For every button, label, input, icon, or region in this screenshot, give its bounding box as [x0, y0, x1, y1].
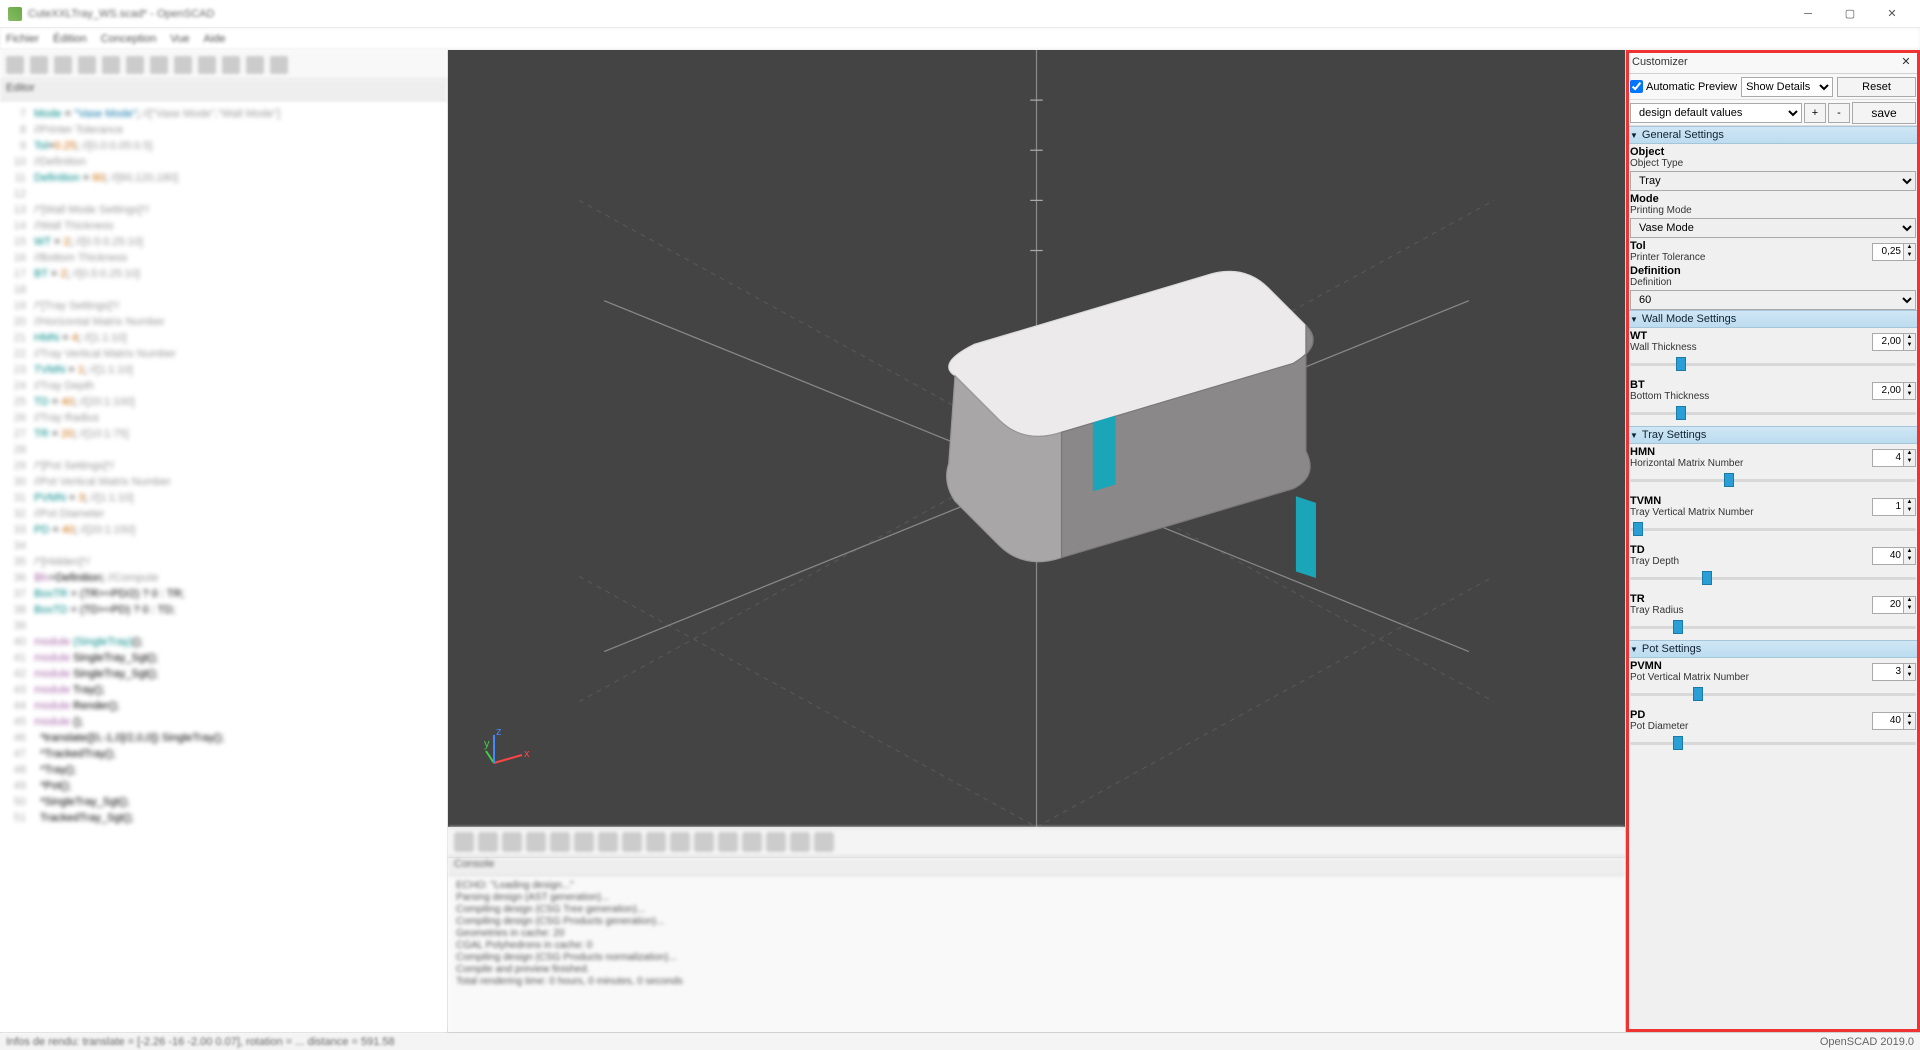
param-tr-desc: Tray Radius	[1630, 605, 1872, 616]
3d-viewport[interactable]: x y z	[448, 50, 1625, 827]
param-wt-desc: Wall Thickness	[1630, 342, 1872, 353]
hmn-slider[interactable]	[1630, 471, 1916, 489]
wt-spinner[interactable]: ▲▼	[1872, 333, 1916, 351]
menu-help[interactable]: Aide	[203, 33, 225, 45]
param-bt-desc: Bottom Thickness	[1630, 391, 1872, 402]
param-object-desc: Object Type	[1630, 158, 1916, 169]
mode-select[interactable]: Vase Mode	[1630, 218, 1916, 238]
customizer-close-icon[interactable]: ✕	[1898, 55, 1914, 68]
code-editor[interactable]: 7Mode = "Vase Mode"; //["Vase Mode","Wal…	[0, 102, 447, 1032]
section-pot[interactable]: Pot Settings	[1626, 640, 1920, 658]
pvmn-slider[interactable]	[1630, 685, 1916, 703]
reset-button[interactable]: Reset	[1837, 77, 1916, 97]
auto-preview-checkbox[interactable]: Automatic Preview	[1630, 80, 1737, 93]
chevron-down-icon	[1630, 313, 1638, 325]
detail-select[interactable]: Show Details	[1741, 77, 1833, 97]
td-slider[interactable]	[1630, 569, 1916, 587]
statusbar: Infos de rendu: translate = [-2.26 -16 -…	[0, 1032, 1920, 1050]
definition-select[interactable]: 60	[1630, 290, 1916, 310]
param-pvmn-name: PVMN	[1630, 660, 1872, 672]
section-general[interactable]: General Settings	[1626, 126, 1920, 144]
bt-slider[interactable]	[1630, 404, 1916, 422]
param-def-name: Definition	[1630, 265, 1916, 277]
close-button[interactable]: ✕	[1872, 4, 1912, 24]
menubar[interactable]: Fichier Édition Conception Vue Aide	[0, 28, 1920, 50]
wt-slider[interactable]	[1630, 355, 1916, 373]
param-tvmn-desc: Tray Vertical Matrix Number	[1630, 507, 1872, 518]
object-type-select[interactable]: Tray	[1630, 171, 1916, 191]
param-td-name: TD	[1630, 544, 1872, 556]
param-pd-name: PD	[1630, 709, 1872, 721]
menu-view[interactable]: Vue	[170, 33, 189, 45]
editor-tabbar[interactable]: Editor	[0, 80, 447, 102]
param-bt-name: BT	[1630, 379, 1872, 391]
titlebar: CuteXXLTray_WS.scad* - OpenSCAD ─ ▢ ✕	[0, 0, 1920, 28]
window-title: CuteXXLTray_WS.scad* - OpenSCAD	[28, 8, 1788, 20]
pd-spinner[interactable]: ▲▼	[1872, 712, 1916, 730]
minimize-button[interactable]: ─	[1788, 4, 1828, 24]
param-pvmn-desc: Pot Vertical Matrix Number	[1630, 672, 1872, 683]
param-wt-name: WT	[1630, 330, 1872, 342]
status-left: Infos de rendu: translate = [-2.26 -16 -…	[6, 1036, 1820, 1048]
tvmn-slider[interactable]	[1630, 520, 1916, 538]
svg-text:y: y	[484, 738, 490, 750]
menu-design[interactable]: Conception	[101, 33, 157, 45]
axis-gizmo: x y z	[484, 725, 532, 773]
menu-edit[interactable]: Édition	[53, 33, 87, 45]
tvmn-spinner[interactable]: ▲▼	[1872, 498, 1916, 516]
chevron-down-icon	[1630, 643, 1638, 655]
center-pane: x y z Console ECHO: "Loading design..." …	[448, 50, 1625, 1032]
tol-spinner[interactable]: ▲▼	[1872, 243, 1916, 261]
customizer-panel: Customizer ✕ Automatic Preview Show Deta…	[1625, 50, 1920, 1032]
editor-pane: Editor 7Mode = "Vase Mode"; //["Vase Mod…	[0, 50, 448, 1032]
param-tr-name: TR	[1630, 593, 1872, 605]
svg-text:x: x	[524, 748, 530, 760]
param-mode-name: Mode	[1630, 193, 1916, 205]
param-mode-desc: Printing Mode	[1630, 205, 1916, 216]
console-pane: Console ECHO: "Loading design..." Parsin…	[448, 857, 1625, 1032]
chevron-down-icon	[1630, 429, 1638, 441]
editor-toolbar[interactable]	[0, 50, 447, 80]
param-tol-name: Tol	[1630, 240, 1872, 252]
param-def-desc: Definition	[1630, 277, 1916, 288]
pd-slider[interactable]	[1630, 734, 1916, 752]
console-header: Console	[448, 858, 1625, 876]
section-tray[interactable]: Tray Settings	[1626, 426, 1920, 444]
console-output[interactable]: ECHO: "Loading design..." Parsing design…	[448, 876, 1625, 1032]
maximize-button[interactable]: ▢	[1830, 4, 1870, 24]
param-tvmn-name: TVMN	[1630, 495, 1872, 507]
param-pd-desc: Pot Diameter	[1630, 721, 1872, 732]
save-preset-button[interactable]: save preset	[1852, 102, 1916, 124]
param-hmn-name: HMN	[1630, 446, 1872, 458]
param-tol-desc: Printer Tolerance	[1630, 252, 1872, 263]
chevron-down-icon	[1630, 129, 1638, 141]
app-icon	[8, 7, 22, 21]
param-hmn-desc: Horizontal Matrix Number	[1630, 458, 1872, 469]
preset-select[interactable]: design default values	[1630, 103, 1802, 123]
pvmn-spinner[interactable]: ▲▼	[1872, 663, 1916, 681]
hmn-spinner[interactable]: ▲▼	[1872, 449, 1916, 467]
tr-spinner[interactable]: ▲▼	[1872, 596, 1916, 614]
viewport-toolbar[interactable]	[448, 827, 1625, 857]
svg-text:z: z	[496, 726, 502, 738]
customizer-body[interactable]: General Settings Object Object Type Tray…	[1626, 126, 1920, 1032]
bt-spinner[interactable]: ▲▼	[1872, 382, 1916, 400]
param-object-name: Object	[1630, 146, 1916, 158]
status-right: OpenSCAD 2019.0	[1820, 1036, 1914, 1048]
tr-slider[interactable]	[1630, 618, 1916, 636]
preset-remove-button[interactable]: -	[1828, 103, 1850, 123]
section-wall[interactable]: Wall Mode Settings	[1626, 310, 1920, 328]
td-spinner[interactable]: ▲▼	[1872, 547, 1916, 565]
menu-file[interactable]: Fichier	[6, 33, 39, 45]
customizer-title: Customizer	[1632, 56, 1898, 68]
preset-add-button[interactable]: +	[1804, 103, 1826, 123]
param-td-desc: Tray Depth	[1630, 556, 1872, 567]
